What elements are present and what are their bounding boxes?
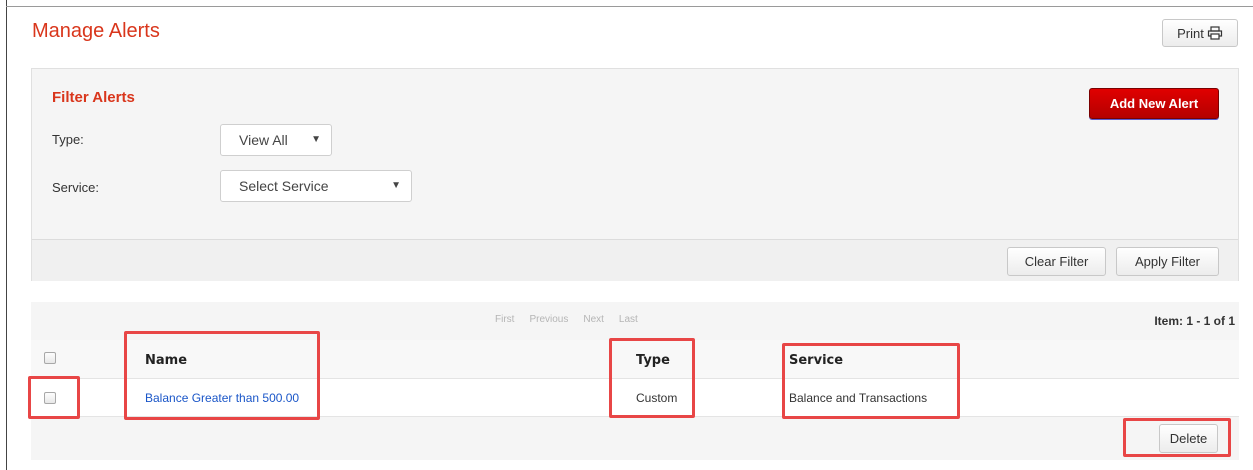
service-select-value: Select Service	[239, 178, 329, 194]
type-select[interactable]: View All ▼	[220, 124, 332, 156]
delete-button[interactable]: Delete	[1159, 424, 1218, 453]
column-header-name[interactable]: Name	[145, 353, 187, 368]
frame-left-border	[6, 0, 7, 470]
print-label: Print	[1177, 25, 1204, 41]
pager-previous[interactable]: Previous	[529, 314, 568, 325]
pager-last[interactable]: Last	[619, 314, 638, 325]
type-select-value: View All	[239, 132, 288, 148]
clear-filter-button[interactable]: Clear Filter	[1007, 247, 1106, 276]
apply-filter-button[interactable]: Apply Filter	[1116, 247, 1219, 276]
caret-down-icon: ▼	[311, 134, 321, 145]
column-header-service[interactable]: Service	[789, 353, 843, 368]
print-button[interactable]: Print	[1162, 19, 1238, 47]
filter-title: Filter Alerts	[52, 89, 135, 106]
type-label: Type:	[52, 132, 84, 147]
select-all-checkbox[interactable]	[44, 352, 56, 364]
table-header-row: Name Type Service	[31, 340, 1239, 379]
pager-bar: First Previous Next Last Item: 1 - 1 of …	[31, 302, 1239, 340]
filter-footer: Clear Filter Apply Filter	[32, 239, 1238, 281]
alert-service-cell: Balance and Transactions	[789, 391, 928, 405]
column-header-type[interactable]: Type	[636, 353, 670, 368]
add-new-alert-button[interactable]: Add New Alert	[1089, 88, 1219, 119]
pager-next[interactable]: Next	[583, 314, 604, 325]
filter-panel: Filter Alerts Add New Alert Type: View A…	[31, 68, 1239, 281]
table-footer: Delete	[31, 417, 1239, 460]
frame-top-border	[6, 6, 1253, 7]
row-checkbox[interactable]	[44, 392, 56, 404]
alerts-table: First Previous Next Last Item: 1 - 1 of …	[31, 302, 1239, 460]
alert-type-cell: Custom	[636, 391, 678, 405]
alert-name-link[interactable]: Balance Greater than 500.00	[145, 391, 299, 405]
printer-icon	[1207, 26, 1223, 40]
service-label: Service:	[52, 180, 99, 195]
page-title: Manage Alerts	[32, 20, 160, 42]
service-select[interactable]: Select Service ▼	[220, 170, 412, 202]
pager-first[interactable]: First	[495, 314, 514, 325]
caret-down-icon: ▼	[391, 180, 401, 191]
item-count: Item: 1 - 1 of 1	[1154, 314, 1235, 328]
table-row: Balance Greater than 500.00 Custom Balan…	[31, 379, 1239, 417]
pagination: First Previous Next Last	[495, 314, 638, 325]
